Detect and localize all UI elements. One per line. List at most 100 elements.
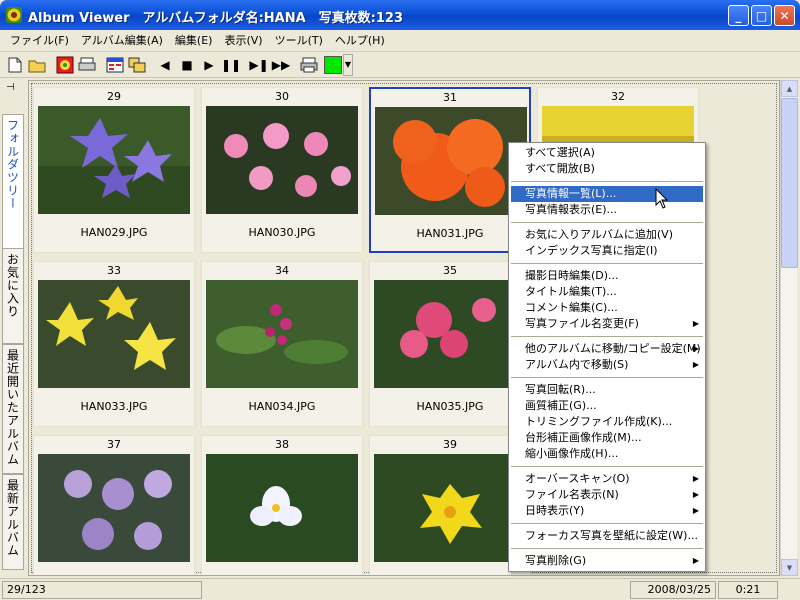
ctx-move-copy-other[interactable]: 他のアルバムに移動/コピー設定(M) ▶ <box>511 341 703 357</box>
submenu-arrow-icon: ▶ <box>692 490 699 499</box>
ctx-color-correct[interactable]: 画質補正(G)... <box>511 398 703 414</box>
tab-recent-albums[interactable]: 最近開いたアルバム <box>2 344 24 474</box>
window-title: Album Viewer アルバムフォルダ名:HANA 写真枚数:123 <box>28 11 403 26</box>
submenu-arrow-icon: ▶ <box>692 344 699 353</box>
thumbnail-cell[interactable]: 35 HAN035.JPG <box>369 261 531 427</box>
ctx-delete-photo-label: 写真削除(G) <box>525 554 587 567</box>
menu-help[interactable]: ヘルプ(H) <box>329 31 391 51</box>
vertical-scrollbar[interactable]: ▲ ▼ <box>780 80 798 576</box>
minimize-button[interactable]: _ <box>728 5 749 26</box>
print2-icon[interactable] <box>298 54 320 76</box>
close-button[interactable]: ✕ <box>774 5 795 26</box>
ctx-overscan-label: オーバースキャン(O) <box>525 472 630 485</box>
menu-view[interactable]: 表示(V) <box>218 31 268 51</box>
thumbnail-image <box>38 280 190 388</box>
thumbnail-cell[interactable]: 38 <box>201 435 363 575</box>
ctx-edit-comment[interactable]: コメント編集(C)... <box>511 300 703 316</box>
thumbnail-filename: HAN029.JPG <box>80 226 148 239</box>
thumbnail-image <box>375 107 527 215</box>
print-icon[interactable] <box>76 54 98 76</box>
thumbnail-cell[interactable]: 39 <box>369 435 531 575</box>
thumbnail-cell[interactable]: 34 HAN034.JPG <box>201 261 363 427</box>
ctx-set-wallpaper[interactable]: フォーカス写真を壁紙に設定(W)... <box>511 528 703 544</box>
thumbnail-cell[interactable]: 29 HAN029.JPG <box>33 87 195 253</box>
ctx-move-within[interactable]: アルバム内で移動(S) ▶ <box>511 357 703 373</box>
menu-album-edit[interactable]: アルバム編集(A) <box>75 31 169 51</box>
ctx-rename-file-label: 写真ファイル名変更(F) <box>525 317 639 330</box>
ctx-datetime-display[interactable]: 日時表示(Y) ▶ <box>511 503 703 519</box>
mouse-cursor-icon <box>655 188 669 209</box>
ctx-overscan[interactable]: オーバースキャン(O) ▶ <box>511 471 703 487</box>
tab-favorites[interactable]: お気に入り <box>2 248 24 344</box>
submenu-arrow-icon: ▶ <box>692 474 699 483</box>
title-bar[interactable]: Album Viewer アルバムフォルダ名:HANA 写真枚数:123 _ □… <box>0 0 800 30</box>
scroll-thumb[interactable] <box>781 98 798 268</box>
ctx-set-index[interactable]: インデックス写真に指定(I) <box>511 243 703 259</box>
menu-tools[interactable]: ツール(T) <box>269 31 329 51</box>
ctx-release-all[interactable]: すべて開放(B) <box>511 161 703 177</box>
scroll-up-icon[interactable]: ▲ <box>781 80 798 97</box>
new-icon[interactable] <box>4 54 26 76</box>
thumbnail-number: 37 <box>107 438 121 451</box>
thumbnail-number: 34 <box>275 264 289 277</box>
step-icon[interactable]: ▶❚ <box>248 54 270 76</box>
ctx-select-all[interactable]: すべて選択(A) <box>511 145 703 161</box>
pin-icon[interactable]: ⊣ <box>6 82 15 93</box>
thumbnail-filename: HAN030.JPG <box>248 226 316 239</box>
maximize-button[interactable]: □ <box>751 5 772 26</box>
thumbnail-filename: HAN035.JPG <box>416 400 484 413</box>
ctx-filename-display[interactable]: ファイル名表示(N) ▶ <box>511 487 703 503</box>
ctx-photo-info-list[interactable]: 写真情報一覧(L)... <box>511 186 703 202</box>
menu-file[interactable]: ファイル(F) <box>4 31 75 51</box>
ctx-keystone[interactable]: 台形補正画像作成(M)... <box>511 430 703 446</box>
stop-icon[interactable]: ■ <box>176 54 198 76</box>
ctx-edit-title[interactable]: タイトル編集(T)... <box>511 284 703 300</box>
play-icon[interactable]: ▶ <box>198 54 220 76</box>
thumbnail-image <box>206 280 358 388</box>
thumbnail-cell[interactable]: 30 HAN030.JPG <box>201 87 363 253</box>
thumbnail-cell-selected[interactable]: 31 HAN031.JPG <box>369 87 531 253</box>
tab-folder-tree[interactable]: フォルダツリー <box>2 114 24 264</box>
submenu-arrow-icon: ▶ <box>692 506 699 515</box>
thumbnail-number: 38 <box>275 438 289 451</box>
app-flower-icon <box>6 7 22 23</box>
status-date: 2008/03/25 <box>630 581 716 599</box>
status-bar: 29/123 2008/03/25 0:21 <box>0 578 800 600</box>
status-position: 29/123 <box>2 581 202 599</box>
tab-latest-albums[interactable]: 最新アルバム <box>2 474 24 570</box>
prev-icon[interactable]: ◀ <box>154 54 176 76</box>
thumbnail-filename: HAN031.JPG <box>416 227 484 240</box>
ctx-delete-photo[interactable]: 写真削除(G) ▶ <box>511 553 703 569</box>
ctx-move-within-label: アルバム内で移動(S) <box>525 358 629 371</box>
thumbnail-number: 31 <box>443 91 457 104</box>
fast-forward-icon[interactable]: ▶▶ <box>270 54 292 76</box>
toolbar: ◀ ■ ▶ ❚❚ ▶❚ ▶▶ ▼ <box>0 52 800 78</box>
side-tabs: ⊣ フォルダツリー お気に入り 最近開いたアルバム 最新アルバム <box>0 78 26 578</box>
add-photo-icon[interactable] <box>54 54 76 76</box>
scroll-down-icon[interactable]: ▼ <box>781 559 798 576</box>
thumbnail-number: 33 <box>107 264 121 277</box>
submenu-arrow-icon: ▶ <box>692 319 699 328</box>
ctx-rotate[interactable]: 写真回転(R)... <box>511 382 703 398</box>
thumbnail-image <box>38 454 190 562</box>
open-icon[interactable] <box>26 54 48 76</box>
ctx-rename-file[interactable]: 写真ファイル名変更(F) ▶ <box>511 316 703 332</box>
thumbnail-cell[interactable]: 33 HAN033.JPG <box>33 261 195 427</box>
thumbnail-number: 35 <box>443 264 457 277</box>
window-icon[interactable] <box>126 54 148 76</box>
color-dropdown-icon[interactable]: ▼ <box>343 53 353 76</box>
ctx-reduce[interactable]: 縮小画像作成(H)... <box>511 446 703 462</box>
thumbnail-cell[interactable]: 37 <box>33 435 195 575</box>
ctx-edit-datetime[interactable]: 撮影日時編集(D)... <box>511 268 703 284</box>
ctx-add-favorite[interactable]: お気に入りアルバムに追加(V) <box>511 227 703 243</box>
ctx-photo-info-show[interactable]: 写真情報表示(E)... <box>511 202 703 218</box>
slideshow-icon[interactable] <box>104 54 126 76</box>
submenu-arrow-icon: ▶ <box>692 556 699 565</box>
ctx-trimming[interactable]: トリミングファイル作成(K)... <box>511 414 703 430</box>
color-icon[interactable] <box>324 55 342 74</box>
menu-edit[interactable]: 編集(E) <box>169 31 219 51</box>
ctx-filename-display-label: ファイル名表示(N) <box>525 488 619 501</box>
pause-icon[interactable]: ❚❚ <box>220 54 242 76</box>
thumbnail-image <box>206 454 358 562</box>
thumbnail-filename: HAN033.JPG <box>80 400 148 413</box>
